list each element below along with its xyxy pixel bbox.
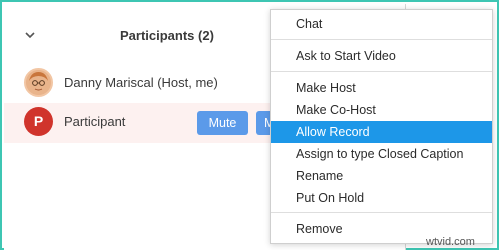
avatar: P (24, 107, 53, 136)
participant-name: Danny Mariscal (Host, me) (64, 75, 218, 90)
user-photo-icon (26, 70, 51, 95)
menu-divider (271, 71, 492, 72)
app-frame: Participants (2) Danny Mariscal (Host, m… (0, 0, 499, 250)
mute-button[interactable]: Mute (197, 111, 248, 135)
menu-item-put-on-hold[interactable]: Put On Hold (271, 187, 492, 209)
menu-item-assign-closed-caption[interactable]: Assign to type Closed Caption (271, 143, 492, 165)
watermark: wtvid.com (426, 236, 475, 248)
menu-item-chat[interactable]: Chat (271, 13, 492, 35)
menu-item-make-host[interactable]: Make Host (271, 77, 492, 99)
menu-divider (271, 212, 492, 213)
panel-title: Participants (2) (120, 28, 214, 43)
menu-item-ask-to-start-video[interactable]: Ask to Start Video (271, 45, 492, 67)
menu-item-rename[interactable]: Rename (271, 165, 492, 187)
menu-item-make-co-host[interactable]: Make Co-Host (271, 99, 492, 121)
avatar (24, 68, 53, 97)
participant-name: Participant (64, 114, 126, 129)
chevron-down-icon[interactable] (24, 29, 36, 41)
participant-context-menu: Chat Ask to Start Video Make Host Make C… (270, 9, 493, 244)
menu-divider (271, 39, 492, 40)
menu-item-allow-record[interactable]: Allow Record (271, 121, 492, 143)
